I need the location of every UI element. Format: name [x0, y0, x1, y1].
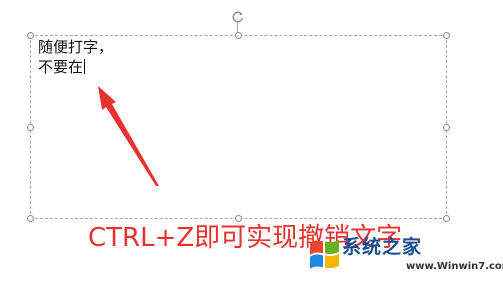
watermark-title: 系统之家 [342, 236, 423, 258]
text-line-2: 不要在 [38, 57, 113, 77]
text-cursor [84, 59, 86, 74]
watermark: 系统之家 www.Winwin7.com [302, 230, 503, 282]
text-line-1: 随便打字， [38, 38, 114, 56]
resize-handle-bottom-right[interactable] [443, 215, 450, 222]
resize-handle-middle-left[interactable] [27, 124, 34, 131]
resize-handle-top-left[interactable] [27, 32, 34, 39]
resize-handle-middle-right[interactable] [443, 124, 450, 131]
resize-handle-top-center[interactable] [235, 32, 242, 39]
text-box-content[interactable]: 随便打字， 不要在 [38, 37, 113, 77]
slide-canvas: 随便打字， 不要在 CTRL+Z即可实现撤销文字 系统之家 www.Winwin… [0, 0, 503, 282]
resize-handle-bottom-left[interactable] [27, 215, 34, 222]
text-line-2-content: 不要在 [38, 58, 84, 76]
resize-handle-top-right[interactable] [443, 32, 450, 39]
rotate-handle-icon[interactable] [231, 10, 245, 24]
watermark-url: www.Winwin7.com [406, 261, 503, 272]
